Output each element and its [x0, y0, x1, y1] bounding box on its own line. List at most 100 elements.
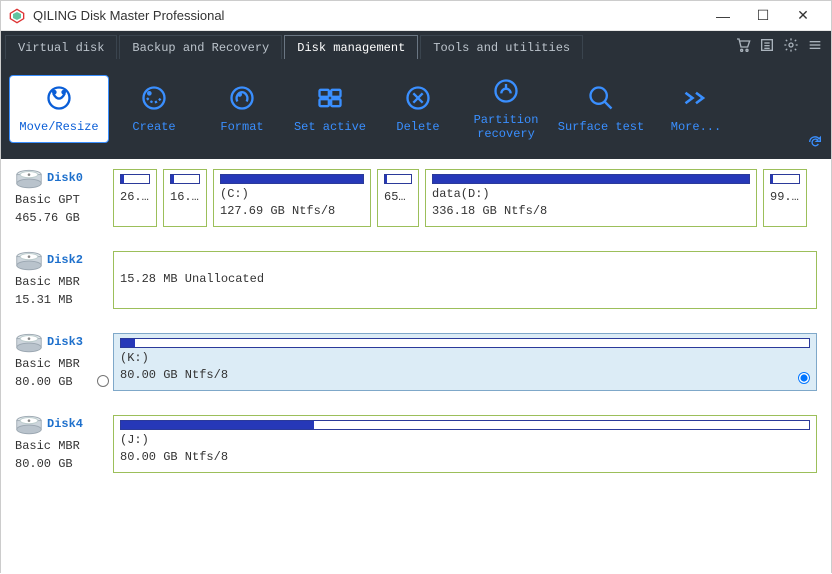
disk-row: Disk0 Basic GPT465.76 GB 26... 16... (C:) 127… — [15, 169, 817, 227]
maximize-button[interactable]: ☐ — [743, 2, 783, 30]
usage-bar — [120, 338, 810, 348]
move-resize-icon — [45, 84, 73, 112]
disk-header: Disk0 Basic GPT465.76 GB — [15, 169, 107, 227]
window-title: QILING Disk Master Professional — [33, 8, 224, 23]
partition-label: (K:) — [120, 351, 810, 365]
create-button[interactable]: Create — [111, 75, 197, 143]
refresh-icon[interactable] — [807, 134, 823, 153]
partition[interactable]: 99... — [763, 169, 807, 227]
disk-header: Disk4 Basic MBR80.00 GB — [15, 415, 107, 473]
disk-type: Basic GPT — [15, 191, 107, 209]
partition-radio[interactable] — [798, 372, 810, 384]
delete-label: Delete — [396, 120, 439, 134]
usage-bar — [170, 174, 200, 184]
set-active-button[interactable]: Set active — [287, 75, 373, 143]
disk-row: Disk4 Basic MBR80.00 GB (J:) 80.00 GB Ntfs/… — [15, 415, 817, 473]
toolbar: Move/Resize Create Format Set active Del… — [1, 59, 831, 159]
partitions: 15.28 MB Unallocated — [113, 251, 817, 309]
partition-info: 16... — [170, 190, 200, 204]
more-icon — [682, 84, 710, 112]
list-icon[interactable] — [755, 31, 779, 59]
tab-bar: Virtual disk Backup and Recovery Disk ma… — [1, 31, 831, 59]
set-active-label: Set active — [294, 120, 366, 134]
disk-header: Disk3 Basic MBR80.00 GB — [15, 333, 107, 391]
partition-label: (J:) — [120, 433, 810, 447]
gear-icon[interactable] — [779, 31, 803, 59]
partition-recovery-icon — [492, 77, 520, 105]
partition[interactable]: 65... — [377, 169, 419, 227]
partition-label: (C:) — [220, 187, 364, 201]
app-logo-icon — [9, 8, 25, 24]
partition-info: 26... — [120, 190, 150, 204]
partition[interactable]: 26... — [113, 169, 157, 227]
partition-info: 336.18 GB Ntfs/8 — [432, 204, 750, 218]
partition[interactable]: (C:) 127.69 GB Ntfs/8 — [213, 169, 371, 227]
title-bar: QILING Disk Master Professional — ☐ ✕ — [1, 1, 831, 31]
cart-icon[interactable] — [731, 31, 755, 59]
format-icon — [228, 84, 256, 112]
partition-info: 65... — [384, 190, 412, 204]
partition-recovery-label: Partition recovery — [474, 113, 539, 142]
more-label: More... — [671, 120, 721, 134]
partitions: 26... 16... (C:) 127.69 GB Ntfs/8 65... data(… — [113, 169, 817, 227]
partition-info: 15.28 MB Unallocated — [120, 272, 810, 286]
delete-button[interactable]: Delete — [375, 75, 461, 143]
disk-icon — [15, 333, 43, 353]
delete-icon — [404, 84, 432, 112]
format-button[interactable]: Format — [199, 75, 285, 143]
disk-row: Disk2Basic MBR15.31 MB 15.28 MB Unallocat… — [15, 251, 817, 309]
partition[interactable]: 15.28 MB Unallocated — [113, 251, 817, 309]
disk-type: Basic MBR — [15, 437, 107, 455]
usage-bar — [432, 174, 750, 184]
partition[interactable]: (K:) 80.00 GB Ntfs/8 — [113, 333, 817, 391]
move-resize-button[interactable]: Move/Resize — [9, 75, 109, 143]
partition-info: 80.00 GB Ntfs/8 — [120, 450, 810, 464]
partition[interactable]: (J:) 80.00 GB Ntfs/8 — [113, 415, 817, 473]
partition[interactable]: data(D:) 336.18 GB Ntfs/8 — [425, 169, 757, 227]
create-icon — [140, 84, 168, 112]
surface-test-icon — [587, 84, 615, 112]
disk-size: 80.00 GB — [15, 373, 107, 391]
more-button[interactable]: More... — [653, 75, 739, 143]
disk-list: Disk0 Basic GPT465.76 GB 26... 16... (C:) 127… — [1, 159, 831, 574]
disk-name: Disk4 — [47, 415, 83, 433]
disk-name: Disk0 — [47, 169, 83, 187]
surface-test-button[interactable]: Surface test — [551, 75, 651, 143]
usage-bar — [120, 174, 150, 184]
surface-test-label: Surface test — [558, 120, 644, 134]
disk-radio[interactable] — [97, 375, 109, 387]
disk-icon — [15, 251, 43, 271]
partitions: (J:) 80.00 GB Ntfs/8 — [113, 415, 817, 473]
usage-bar — [120, 420, 810, 430]
disk-icon — [15, 415, 43, 435]
format-label: Format — [220, 120, 263, 134]
menu-icon[interactable] — [803, 31, 827, 59]
partitions: (K:) 80.00 GB Ntfs/8 — [113, 333, 817, 391]
partition-recovery-button[interactable]: Partition recovery — [463, 75, 549, 143]
close-button[interactable]: ✕ — [783, 2, 823, 30]
tab-virtual-disk[interactable]: Virtual disk — [5, 35, 117, 59]
move-resize-label: Move/Resize — [19, 120, 98, 134]
usage-bar — [770, 174, 800, 184]
disk-size: 80.00 GB — [15, 455, 107, 473]
set-active-icon — [316, 84, 344, 112]
tab-tools-utilities[interactable]: Tools and utilities — [420, 35, 583, 59]
partition[interactable]: 16... — [163, 169, 207, 227]
disk-size: 15.31 MB — [15, 291, 107, 309]
disk-size: 465.76 GB — [15, 209, 107, 227]
disk-name: Disk3 — [47, 333, 83, 351]
partition-info: 127.69 GB Ntfs/8 — [220, 204, 364, 218]
tab-disk-management[interactable]: Disk management — [284, 35, 418, 59]
disk-type: Basic MBR — [15, 355, 107, 373]
disk-header: Disk2Basic MBR15.31 MB — [15, 251, 107, 309]
create-label: Create — [132, 120, 175, 134]
usage-bar — [384, 174, 412, 184]
disk-icon — [15, 169, 43, 189]
partition-info: 99... — [770, 190, 800, 204]
disk-type: Basic MBR — [15, 273, 107, 291]
partition-info: 80.00 GB Ntfs/8 — [120, 368, 810, 382]
minimize-button[interactable]: — — [703, 2, 743, 30]
disk-row: Disk3 Basic MBR80.00 GB (K:) 80.00 GB Ntfs/… — [15, 333, 817, 391]
partition-label: data(D:) — [432, 187, 750, 201]
tab-backup-recovery[interactable]: Backup and Recovery — [119, 35, 282, 59]
